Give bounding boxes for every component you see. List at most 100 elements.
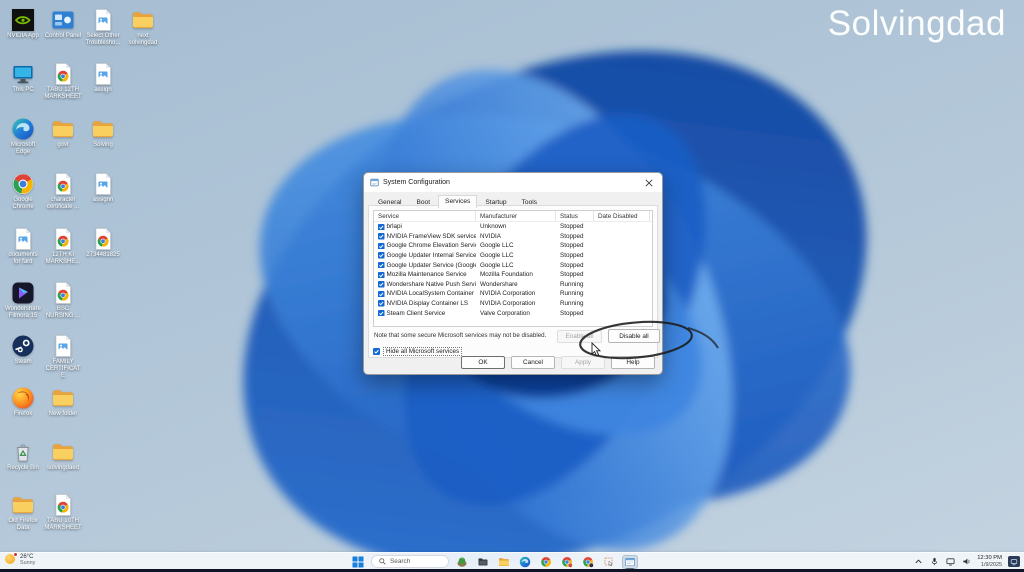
- checkbox-checked-icon[interactable]: [378, 300, 385, 307]
- desktop-icon-assign[interactable]: assign: [84, 62, 122, 94]
- checkbox-checked-icon[interactable]: [378, 252, 385, 259]
- desktop-icon-firefox[interactable]: Firefox: [4, 386, 42, 418]
- speaker-icon[interactable]: [961, 557, 971, 567]
- filmora-icon: [11, 281, 35, 305]
- tab-general[interactable]: General: [371, 196, 408, 208]
- folder-icon: [51, 117, 75, 141]
- service-row-nvidia-localsystem-container[interactable]: NVIDIA LocalSystem Container NVIDIA Corp…: [374, 289, 652, 299]
- desktop-icon-next-solvingdad[interactable]: next solvingdad: [124, 8, 162, 47]
- search-icon: [379, 558, 386, 565]
- enable-all-button[interactable]: Enable all: [557, 330, 602, 343]
- tab-startup[interactable]: Startup: [478, 196, 513, 208]
- checkbox-checked-icon[interactable]: [378, 290, 385, 298]
- weather-condition: Sunny: [20, 560, 36, 566]
- desktop-icon-tabu-10th-marksheet[interactable]: TABU 10TH MARKSHEET: [44, 493, 82, 532]
- desktop-icon-wondershare-filmora-15[interactable]: Wondershare Filmora 15: [4, 281, 42, 320]
- weather-widget[interactable]: 26°C Sunny: [5, 552, 36, 566]
- taskbar-system-configuration-button-active[interactable]: [622, 554, 638, 570]
- taskbar-clock[interactable]: 12:30 PM 1/9/2025: [977, 555, 1002, 568]
- desktop-icon-label: BSC NURSING ...: [45, 306, 81, 319]
- checkbox-checked-icon[interactable]: [378, 261, 385, 269]
- desktop-icon-steam[interactable]: Steam: [4, 334, 42, 366]
- desktop-icon-12th-ki-markshe[interactable]: 12TH KI MARKSHE...: [44, 227, 82, 266]
- checkbox-checked-icon[interactable]: [378, 309, 385, 317]
- desktop-icon-old-firefox-data[interactable]: Old Firefox Data: [4, 493, 42, 532]
- cancel-button[interactable]: Cancel: [511, 356, 555, 369]
- checkbox-checked-icon[interactable]: [378, 233, 385, 240]
- service-row-google-updater-service-google[interactable]: Google Updater Service (Google... Google…: [374, 260, 652, 270]
- desktop-icon-assignn[interactable]: assignn: [84, 172, 122, 204]
- desktop-icon-family-certificate[interactable]: FAMILY CERTIFICATE: [44, 334, 82, 380]
- taskbar-chrome-profile-2-button[interactable]: [559, 555, 575, 569]
- service-row-google-chrome-elevation-servic[interactable]: Google Chrome Elevation Servic... Google…: [374, 241, 652, 251]
- image-doc-icon: [91, 172, 115, 196]
- column-date-disabled: Date Disabled: [594, 211, 650, 221]
- checkbox-checked-icon[interactable]: [378, 223, 385, 231]
- desktop-icon-solving[interactable]: Solving: [84, 117, 122, 149]
- dialog-titlebar[interactable]: System Configuration: [364, 173, 662, 192]
- desktop-icon-recycle-bin[interactable]: Recycle Bin: [4, 440, 42, 472]
- desktop-icon-this-pc[interactable]: This PC: [4, 62, 42, 94]
- desktop-icon-control-panel[interactable]: Control Panel: [44, 8, 82, 40]
- desktop-icon-label: Firefox: [13, 411, 33, 417]
- taskbar-file-explorer-button[interactable]: [496, 555, 512, 569]
- service-status: Stopped: [560, 271, 584, 279]
- desktop-icon-nvidia-app[interactable]: NVIDIA App: [4, 8, 42, 40]
- start-button[interactable]: [350, 555, 366, 569]
- service-row-nvidia-frameview-sdk-service[interactable]: NVIDIA FrameView SDK service NVIDIA Stop…: [374, 232, 652, 242]
- help-button[interactable]: Help: [611, 356, 655, 369]
- service-row-nvidia-display-container-ls[interactable]: NVIDIA Display Container LS NVIDIA Corpo…: [374, 299, 652, 309]
- desktop-icon-character-certificate[interactable]: character certificate ...: [44, 172, 82, 211]
- folder-icon: [51, 386, 75, 410]
- taskbar-search[interactable]: Search: [371, 555, 449, 568]
- desktop-icon-label: character certificate ...: [46, 197, 80, 210]
- checkbox-checked-icon[interactable]: [378, 242, 385, 250]
- pc-icon: [11, 62, 35, 86]
- desktop-icon-label: This PC: [12, 87, 34, 93]
- desktop-icon-select-other-troublesho[interactable]: Select Other Troublesho...: [84, 8, 122, 47]
- desktop-icon-govt[interactable]: govt: [44, 117, 82, 149]
- disable-all-button[interactable]: Disable all: [608, 329, 660, 343]
- chevron-up-icon[interactable]: [913, 557, 923, 567]
- taskbar-chrome-button[interactable]: [538, 555, 554, 569]
- service-status: Stopped: [560, 252, 584, 260]
- tab-boot[interactable]: Boot: [409, 196, 437, 208]
- folder-icon: [51, 440, 75, 464]
- taskbar-selection-tool-button[interactable]: [601, 555, 617, 569]
- service-row-google-updater-internal-service[interactable]: Google Updater Internal Service... Googl…: [374, 251, 652, 261]
- desktop-icon-documents-for-fard[interactable]: documents for fard: [4, 227, 42, 266]
- close-icon[interactable]: [636, 173, 662, 192]
- desktop-icon-bsc-nursing[interactable]: BSC NURSING ...: [44, 281, 82, 320]
- tab-services[interactable]: Services: [438, 195, 478, 208]
- ok-button[interactable]: OK: [461, 356, 505, 369]
- checkbox-checked-icon[interactable]: [378, 281, 385, 288]
- display-icon[interactable]: [945, 557, 955, 567]
- desktop-icon-tabu-12th-marksheet[interactable]: TABU 12TH MARKSHEET: [44, 62, 82, 101]
- service-row-mozilla-maintenance-service[interactable]: Mozilla Maintenance Service Mozilla Foun…: [374, 270, 652, 280]
- desktop-icon-label: 2734481825: [86, 252, 120, 258]
- tab-tools[interactable]: Tools: [515, 196, 544, 208]
- desktop-icon-microsoft-edge[interactable]: Microsoft Edge: [4, 117, 42, 156]
- service-status: Stopped: [560, 309, 584, 317]
- chrome-doc-icon: [51, 227, 75, 251]
- services-list[interactable]: Service Manufacturer Status Date Disable…: [373, 210, 653, 327]
- taskbar-widgets-button[interactable]: [454, 555, 470, 569]
- taskbar-edge-button[interactable]: [517, 555, 533, 569]
- service-row-wondershare-native-push-service[interactable]: Wondershare Native Push Service Wondersh…: [374, 280, 652, 290]
- taskbar: 26°C Sunny Search 12:30 PM 1/9/2025: [0, 552, 1024, 572]
- services-list-header[interactable]: Service Manufacturer Status Date Disable…: [374, 211, 652, 222]
- service-row-steam-client-service[interactable]: Steam Client Service Valve Corporation S…: [374, 308, 652, 318]
- folder-icon: [131, 8, 155, 32]
- checkbox-checked-icon[interactable]: [378, 271, 385, 279]
- apply-button[interactable]: Apply: [561, 356, 605, 369]
- desktop-icon-new-folder[interactable]: New folder: [44, 386, 82, 418]
- taskbar-chrome-profile-3-button[interactable]: [580, 555, 596, 569]
- desktop-icon-solvingdaed[interactable]: solvingdaed: [44, 440, 82, 472]
- microphone-icon[interactable]: [929, 557, 939, 567]
- service-row-brlapi[interactable]: brlapi Unknown Stopped: [374, 222, 652, 232]
- desktop-icon-2734481825[interactable]: 2734481825: [84, 227, 122, 259]
- taskbar-file-explorer-dark-button[interactable]: [475, 555, 491, 569]
- hide-microsoft-services-checkbox[interactable]: Hide all Microsoft services: [373, 347, 463, 356]
- desktop-icon-google-chrome[interactable]: Google Chrome: [4, 172, 42, 211]
- notification-icon[interactable]: [1008, 556, 1020, 567]
